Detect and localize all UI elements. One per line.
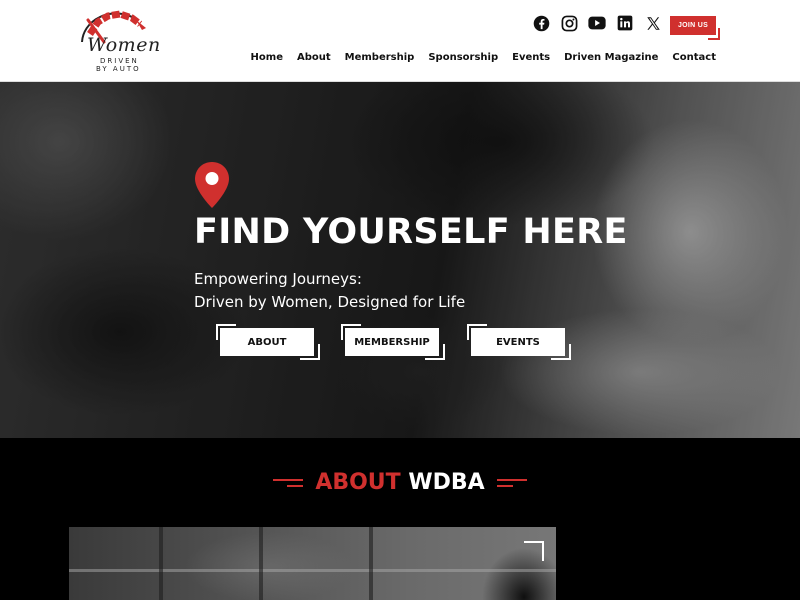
hero-overlay [0,82,800,438]
hero-events-wrapper: EVENTS [467,324,571,360]
location-pin-icon [193,160,231,215]
photo-corner-accent [524,541,544,561]
about-title-part1: ABOUT [315,470,401,495]
nav-about[interactable]: About [297,52,331,63]
nav-driven-magazine[interactable]: Driven Magazine [564,52,658,63]
nav-membership[interactable]: Membership [345,52,415,63]
hero-membership-button[interactable]: MEMBERSHIP [345,328,439,356]
logo-tagline-line1: DRIVEN [100,57,139,65]
join-us-wrapper: JOIN US [668,12,720,40]
logo-tagline-line2: BY AUTO [96,65,141,73]
photo-detail [259,527,263,600]
nav-contact[interactable]: Contact [672,52,716,63]
hero-subtitle: Empowering Journeys: Driven by Women, De… [194,268,465,314]
logo-wordmark: Women [87,34,161,56]
hero-subtitle-line1: Empowering Journeys: [194,270,362,288]
hero-subtitle-line2: Driven by Women, Designed for Life [194,293,466,311]
about-section: ABOUT WDBA [0,438,800,600]
heading-dash-right [496,478,527,487]
hero-events-button[interactable]: EVENTS [471,328,565,356]
hero-title: FIND YOURSELF HERE [194,212,628,252]
about-photo [69,527,556,600]
nav-sponsorship[interactable]: Sponsorship [428,52,498,63]
join-us-button[interactable]: JOIN US [670,16,716,35]
photo-detail [159,527,163,600]
hero-banner: FIND YOURSELF HERE Empowering Journeys: … [0,82,800,438]
linkedin-icon[interactable] [616,14,634,32]
instagram-icon[interactable] [560,14,578,32]
photo-detail [69,569,556,572]
hero-membership-wrapper: MEMBERSHIP [341,324,445,360]
photo-detail [369,527,373,600]
site-header: Women DRIVEN BY AUTO JOIN US Home About … [0,0,800,82]
about-title-part2: WDBA [408,470,485,495]
hero-about-wrapper: ABOUT [216,324,320,360]
nav-home[interactable]: Home [251,52,283,63]
nav-events[interactable]: Events [512,52,550,63]
site-logo[interactable]: Women DRIVEN BY AUTO [74,8,161,74]
youtube-icon[interactable] [588,14,606,32]
x-twitter-icon[interactable] [644,14,662,32]
about-title: ABOUT WDBA [311,470,488,495]
hero-about-button[interactable]: ABOUT [220,328,314,356]
social-links [532,14,662,32]
main-nav: Home About Membership Sponsorship Events… [251,52,716,63]
facebook-icon[interactable] [532,14,550,32]
about-heading: ABOUT WDBA [0,470,800,495]
heading-dash-left [273,478,304,487]
